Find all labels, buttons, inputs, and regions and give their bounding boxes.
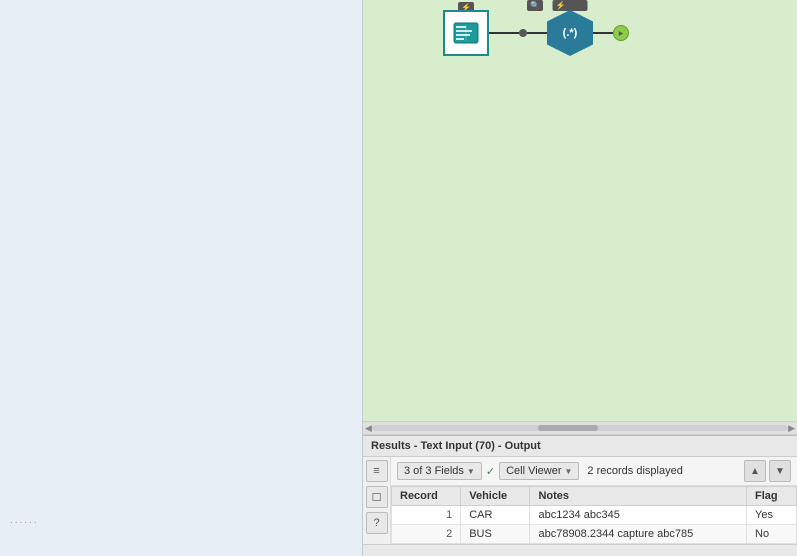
viewer-dropdown[interactable]: Cell Viewer ▼ [499, 462, 579, 480]
cell-record: 1 [392, 506, 461, 525]
results-wrapper: ≡ ☐ ? 3 of 3 Fields ▼ ✓ Cell Viewer ▼ [363, 457, 797, 544]
table-header-row: Record Vehicle Notes Flag [392, 487, 797, 506]
fields-dropdown[interactable]: 3 of 3 Fields ▼ [397, 462, 482, 480]
workflow-nodes: ⚡ [443, 10, 629, 56]
viewer-dropdown-arrow: ▼ [565, 467, 573, 476]
cell-notes: abc78908.2344 capture abc785 [530, 525, 747, 544]
formula-badge-lightning: ⚡ [553, 0, 588, 11]
left-panel: ...... [0, 0, 363, 556]
help-icon[interactable]: ? [366, 512, 388, 534]
cell-record: 2 [392, 525, 461, 544]
nav-buttons: ▲ ▼ [744, 460, 791, 482]
cell-view-icon[interactable]: ☐ [366, 486, 388, 508]
check-mark: ✓ [486, 465, 495, 478]
cell-vehicle: BUS [461, 525, 530, 544]
scroll-right-btn[interactable]: ▶ [788, 423, 795, 434]
records-count: 2 records displayed [587, 465, 682, 477]
fields-dropdown-arrow: ▼ [467, 467, 475, 476]
results-toolbar: 3 of 3 Fields ▼ ✓ Cell Viewer ▼ 2 record… [391, 457, 797, 486]
dots-indicator: ...... [10, 515, 39, 526]
connector-line [527, 32, 547, 34]
viewer-label: Cell Viewer [506, 465, 561, 477]
formula-badge-search: 🔍 [527, 0, 543, 11]
table-row[interactable]: 1CARabc1234 abc345Yes [392, 506, 797, 525]
data-table: Record Vehicle Notes Flag 1CARabc1234 ab… [391, 486, 797, 544]
nav-up-btn[interactable]: ▲ [744, 460, 766, 482]
horizontal-scrollbar[interactable]: ◀ ▶ [363, 421, 797, 435]
col-header-record: Record [392, 487, 461, 506]
bottom-scrollbar[interactable] [363, 544, 797, 556]
results-side-bar: ≡ ☐ ? [363, 457, 391, 544]
text-input-icon[interactable] [443, 10, 489, 56]
cell-flag: Yes [747, 506, 797, 525]
table-row[interactable]: 2BUSabc78908.2344 capture abc785No [392, 525, 797, 544]
canvas-area[interactable]: ⚡ [363, 0, 797, 421]
output-circle: ▶ [613, 25, 629, 41]
search-icon: 🔍 [530, 1, 540, 10]
col-header-vehicle: Vehicle [461, 487, 530, 506]
output-connector [593, 32, 613, 34]
text-input-node[interactable]: ⚡ [443, 10, 489, 56]
fields-label: 3 of 3 Fields [404, 465, 464, 477]
formula-icon[interactable]: (.*) [547, 10, 593, 56]
scroll-left-btn[interactable]: ◀ [365, 423, 372, 434]
scroll-track[interactable] [372, 425, 788, 431]
formula-symbol: (.*) [563, 27, 578, 39]
right-panel: ⚡ [363, 0, 797, 556]
results-header: Results - Text Input (70) - Output [363, 436, 797, 457]
node-connector-1 [489, 32, 519, 34]
cell-notes: abc1234 abc345 [530, 506, 747, 525]
col-header-notes: Notes [530, 487, 747, 506]
scroll-thumb[interactable] [538, 425, 598, 431]
cell-flag: No [747, 525, 797, 544]
nav-down-btn[interactable]: ▼ [769, 460, 791, 482]
results-title: Results - Text Input (70) - Output [371, 440, 541, 452]
col-header-flag: Flag [747, 487, 797, 506]
connector-dot [519, 29, 527, 37]
results-content: 3 of 3 Fields ▼ ✓ Cell Viewer ▼ 2 record… [391, 457, 797, 544]
results-panel: Results - Text Input (70) - Output ≡ ☐ ?… [363, 435, 797, 556]
cell-vehicle: CAR [461, 506, 530, 525]
output-icon: ▶ [619, 30, 624, 37]
table-view-icon[interactable]: ≡ [366, 460, 388, 482]
formula-node[interactable]: 🔍 ⚡ (.*) [547, 10, 593, 56]
